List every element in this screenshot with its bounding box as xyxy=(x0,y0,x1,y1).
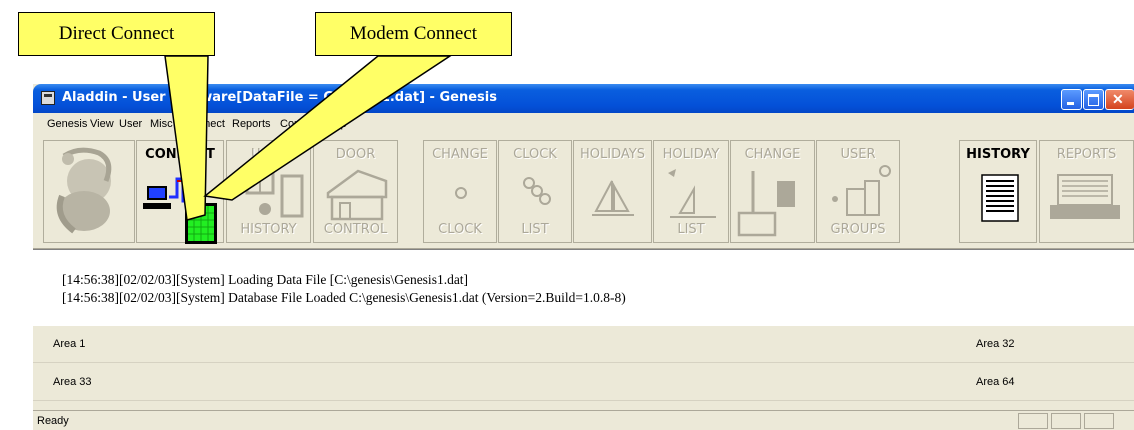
sailboat-icon xyxy=(592,180,634,216)
status-pane xyxy=(1084,413,1114,429)
holidays-button[interactable]: HOLIDAYS xyxy=(573,140,652,243)
change-button[interactable]: CHANGE xyxy=(730,140,815,243)
status-text: Ready xyxy=(37,415,69,427)
clock-list-button[interactable]: CLOCK LIST xyxy=(498,140,572,243)
user-groups-label-bottom: GROUPS xyxy=(830,222,886,237)
menu-connect[interactable]: Connect xyxy=(184,118,225,130)
status-bar: Ready xyxy=(33,410,1134,430)
app-window: Aladdin - User Software[DataFile = Genes… xyxy=(33,84,1134,430)
area-label: Area 64 xyxy=(976,376,1015,388)
area-row[interactable]: Area 1 Area 32 xyxy=(33,326,1134,363)
modem-connect-callout: Modem Connect xyxy=(315,12,512,56)
computer-icon xyxy=(143,186,171,209)
history-button[interactable]: HISTORY xyxy=(959,140,1037,243)
log-line: [14:56:38][02/02/03][System] Loading Dat… xyxy=(62,272,469,287)
door-control-button[interactable]: DOOR CONTROL xyxy=(313,140,398,243)
change-icon xyxy=(737,171,795,237)
area-panel: Area 1 Area 32 Area 33 Area 64 xyxy=(33,326,1134,406)
menu-control[interactable]: Control xyxy=(280,118,315,130)
direct-connect-callout: Direct Connect xyxy=(18,12,215,56)
status-pane xyxy=(1051,413,1081,429)
user-history-label-bottom: HISTORY xyxy=(240,222,297,237)
connect-button[interactable]: CONNECT xyxy=(136,140,224,244)
menu-user[interactable]: User xyxy=(119,118,142,130)
menu-genesis[interactable]: Genesis xyxy=(47,118,87,130)
menu-help[interactable]: Help xyxy=(324,118,347,130)
close-button[interactable] xyxy=(1105,89,1134,110)
modem-keypad-icon xyxy=(185,203,217,244)
genie-logo-icon xyxy=(56,147,112,234)
log-line: [14:56:38][02/02/03][System] Database Fi… xyxy=(62,290,626,305)
holiday-list-button[interactable]: HOLIDAY LIST xyxy=(653,140,729,243)
log-panel[interactable]: [14:56:38][02/02/03][System] Loading Dat… xyxy=(33,249,1134,326)
logo-button[interactable] xyxy=(43,140,135,243)
menu-bar: Genesis View User Misc Connect Reports C… xyxy=(33,114,1134,134)
window-title: Aladdin - User Software[DataFile = Genes… xyxy=(62,90,497,105)
menu-reports[interactable]: Reports xyxy=(232,118,271,130)
change-clock-button[interactable]: CHANGE CLOCK xyxy=(423,140,497,243)
user-groups-button[interactable]: USER GROUPS xyxy=(816,140,900,243)
menu-misc[interactable]: Misc xyxy=(150,118,173,130)
maximize-button[interactable] xyxy=(1083,89,1104,110)
area-row[interactable]: Area 33 Area 64 xyxy=(33,364,1134,401)
area-label: Area 32 xyxy=(976,338,1015,350)
printer-icon xyxy=(1050,174,1120,219)
app-icon[interactable] xyxy=(41,91,55,105)
area-label: Area 1 xyxy=(53,338,86,350)
modem-connect-callout-text: Modem Connect xyxy=(349,23,478,44)
user-history-button[interactable]: USER HISTORY xyxy=(226,140,311,243)
status-pane xyxy=(1018,413,1048,429)
area-label: Area 33 xyxy=(53,376,92,388)
change-clock-label-bottom: CLOCK xyxy=(438,222,482,237)
door-control-label-bottom: CONTROL xyxy=(323,222,388,237)
reports-button[interactable]: REPORTS xyxy=(1039,140,1134,243)
minimize-button[interactable] xyxy=(1061,89,1082,110)
title-bar[interactable]: Aladdin - User Software[DataFile = Genes… xyxy=(33,84,1134,113)
toolbar: CONNECT USER HISTORY DOOR CONTROL CHANGE… xyxy=(33,136,1134,249)
document-icon xyxy=(981,174,1019,222)
direct-connect-callout-text: Direct Connect xyxy=(58,23,175,44)
menu-view[interactable]: View xyxy=(90,118,114,130)
clock-list-label-bottom: LIST xyxy=(521,222,549,237)
holiday-list-label-bottom: LIST xyxy=(677,222,705,237)
